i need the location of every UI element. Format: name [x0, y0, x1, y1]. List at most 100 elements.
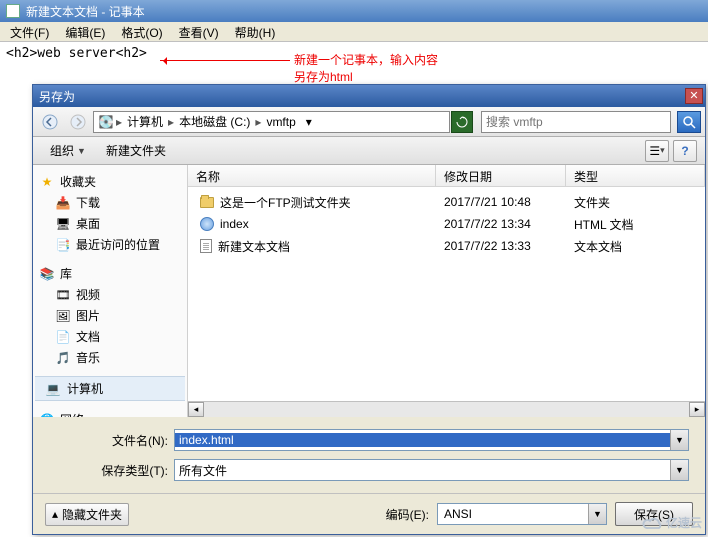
- search-icon: [682, 115, 696, 129]
- organize-button[interactable]: 组织▼: [41, 139, 95, 162]
- file-date: 2017/7/22 13:34: [436, 217, 566, 231]
- filetype-combo[interactable]: 所有文件 ▼: [174, 459, 689, 481]
- menu-view[interactable]: 查看(V): [173, 24, 225, 39]
- sidebar-item-downloads[interactable]: 📥下载: [35, 192, 185, 213]
- document-icon: 📄: [55, 329, 71, 345]
- new-folder-button[interactable]: 新建文件夹: [97, 139, 175, 162]
- search-input[interactable]: [482, 115, 670, 129]
- folder-icon: [200, 197, 214, 208]
- star-icon: ★: [39, 174, 55, 190]
- refresh-button[interactable]: [451, 111, 473, 133]
- notepad-menubar: 文件(F) 编辑(E) 格式(O) 查看(V) 帮助(H): [0, 22, 708, 42]
- recent-icon: 📑: [55, 237, 71, 253]
- annotation-arrow-1: [160, 60, 290, 61]
- sidebar-item-computer[interactable]: 💻计算机: [35, 376, 185, 401]
- scroll-right-button[interactable]: ▸: [689, 402, 705, 417]
- menu-help[interactable]: 帮助(H): [229, 24, 282, 39]
- hide-folders-button[interactable]: ▴ 隐藏文件夹: [45, 503, 129, 526]
- scroll-left-button[interactable]: ◂: [188, 402, 204, 417]
- search-button[interactable]: [677, 111, 701, 133]
- chevron-up-icon: ▴: [52, 507, 58, 521]
- forward-button[interactable]: [65, 110, 91, 134]
- file-type: 文件夹: [566, 194, 705, 211]
- library-icon: 📚: [39, 266, 55, 282]
- file-name: index: [220, 217, 249, 231]
- dialog-footer: ▴ 隐藏文件夹 编码(E): ANSI ▼ 保存(S): [33, 493, 705, 534]
- notepad-textarea[interactable]: <h2>web server<h2>: [0, 42, 708, 60]
- file-list-header: 名称 修改日期 类型: [188, 165, 705, 187]
- file-row[interactable]: index 2017/7/22 13:34HTML 文档: [188, 213, 705, 235]
- refresh-icon: [456, 116, 468, 128]
- nav-toolbar: 💽 ▸ 计算机 ▸ 本地磁盘 (C:) ▸ vmftp ▾: [33, 107, 705, 137]
- filename-fields: 文件名(N): ▼ 保存类型(T): 所有文件 ▼: [33, 417, 705, 493]
- music-icon: 🎵: [55, 350, 71, 366]
- encoding-combo[interactable]: ANSI ▼: [437, 503, 607, 525]
- save-as-dialog: 另存为 ✕ 💽 ▸ 计算机 ▸ 本地磁盘 (C:) ▸ vmftp ▾: [32, 84, 706, 535]
- text-icon: [200, 239, 212, 253]
- filename-combo[interactable]: ▼: [174, 429, 689, 451]
- file-list: 名称 修改日期 类型 这是一个FTP测试文件夹 2017/7/21 10:48文件…: [188, 165, 705, 417]
- view-options-button[interactable]: ☰▾: [645, 140, 669, 162]
- encoding-value: ANSI: [438, 507, 588, 521]
- column-name[interactable]: 名称: [188, 165, 436, 186]
- encoding-dropdown[interactable]: ▼: [588, 504, 606, 524]
- cloud-icon: [642, 516, 664, 530]
- sidebar-item-pictures[interactable]: 🖼图片: [35, 305, 185, 326]
- help-icon: ?: [681, 144, 688, 158]
- drive-icon: 💽: [98, 114, 114, 130]
- sidebar-libraries[interactable]: 📚库: [35, 263, 185, 284]
- breadcrumb-drive[interactable]: 本地磁盘 (C:): [176, 113, 253, 130]
- file-name: 这是一个FTP测试文件夹: [220, 194, 351, 211]
- network-icon: 🌐: [39, 412, 55, 418]
- horizontal-scrollbar[interactable]: ◂ ▸: [188, 401, 705, 417]
- picture-icon: 🖼: [55, 308, 71, 324]
- html-icon: [200, 217, 214, 231]
- menu-format[interactable]: 格式(O): [115, 24, 168, 39]
- breadcrumb-dropdown[interactable]: ▾: [301, 112, 317, 132]
- view-icon: ☰: [649, 144, 660, 158]
- close-button[interactable]: ✕: [685, 88, 703, 104]
- column-type[interactable]: 类型: [566, 165, 705, 186]
- filename-input[interactable]: [175, 433, 670, 447]
- notepad-title-text: 新建文本文档 - 记事本: [26, 3, 145, 20]
- help-button[interactable]: ?: [673, 140, 697, 162]
- back-button[interactable]: [37, 110, 63, 134]
- breadcrumb-computer[interactable]: 计算机: [124, 113, 166, 130]
- sidebar-item-music[interactable]: 🎵音乐: [35, 347, 185, 368]
- breadcrumb[interactable]: 💽 ▸ 计算机 ▸ 本地磁盘 (C:) ▸ vmftp ▾: [93, 111, 450, 133]
- saveas-titlebar[interactable]: 另存为 ✕: [33, 85, 705, 107]
- filename-label: 文件名(N):: [93, 432, 168, 449]
- breadcrumb-folder[interactable]: vmftp: [263, 115, 298, 129]
- sidebar-favorites[interactable]: ★收藏夹: [35, 171, 185, 192]
- video-icon: 🎞: [55, 287, 71, 303]
- sidebar-item-network[interactable]: 🌐网络: [35, 409, 185, 417]
- computer-icon: 💻: [45, 381, 61, 397]
- search-box[interactable]: [481, 111, 671, 133]
- sidebar: ★收藏夹 📥下载 🖥桌面 📑最近访问的位置 📚库 🎞视频 🖼图片 📄文档 🎵音乐…: [33, 165, 188, 417]
- encoding-label: 编码(E):: [386, 506, 429, 523]
- file-type: 文本文档: [566, 238, 705, 255]
- sidebar-item-videos[interactable]: 🎞视频: [35, 284, 185, 305]
- sidebar-item-documents[interactable]: 📄文档: [35, 326, 185, 347]
- file-date: 2017/7/22 13:33: [436, 239, 566, 253]
- saveas-title-text: 另存为: [39, 88, 75, 105]
- file-name: 新建文本文档: [218, 238, 290, 255]
- filetype-value: 所有文件: [175, 462, 670, 479]
- back-icon: [42, 114, 58, 130]
- filetype-label: 保存类型(T):: [93, 462, 168, 479]
- file-type: HTML 文档: [566, 216, 705, 233]
- file-row[interactable]: 这是一个FTP测试文件夹 2017/7/21 10:48文件夹: [188, 191, 705, 213]
- sidebar-item-recent[interactable]: 📑最近访问的位置: [35, 234, 185, 255]
- notepad-titlebar: 新建文本文档 - 记事本: [0, 0, 708, 22]
- filename-dropdown[interactable]: ▼: [670, 430, 688, 450]
- file-date: 2017/7/21 10:48: [436, 195, 566, 209]
- watermark: 亿速云: [642, 514, 702, 531]
- menu-edit[interactable]: 编辑(E): [59, 24, 111, 39]
- menu-file[interactable]: 文件(F): [4, 24, 55, 39]
- sidebar-item-desktop[interactable]: 🖥桌面: [35, 213, 185, 234]
- file-row[interactable]: 新建文本文档 2017/7/22 13:33文本文档: [188, 235, 705, 257]
- desktop-icon: 🖥: [55, 216, 71, 232]
- filetype-dropdown[interactable]: ▼: [670, 460, 688, 480]
- column-date[interactable]: 修改日期: [436, 165, 566, 186]
- forward-icon: [70, 114, 86, 130]
